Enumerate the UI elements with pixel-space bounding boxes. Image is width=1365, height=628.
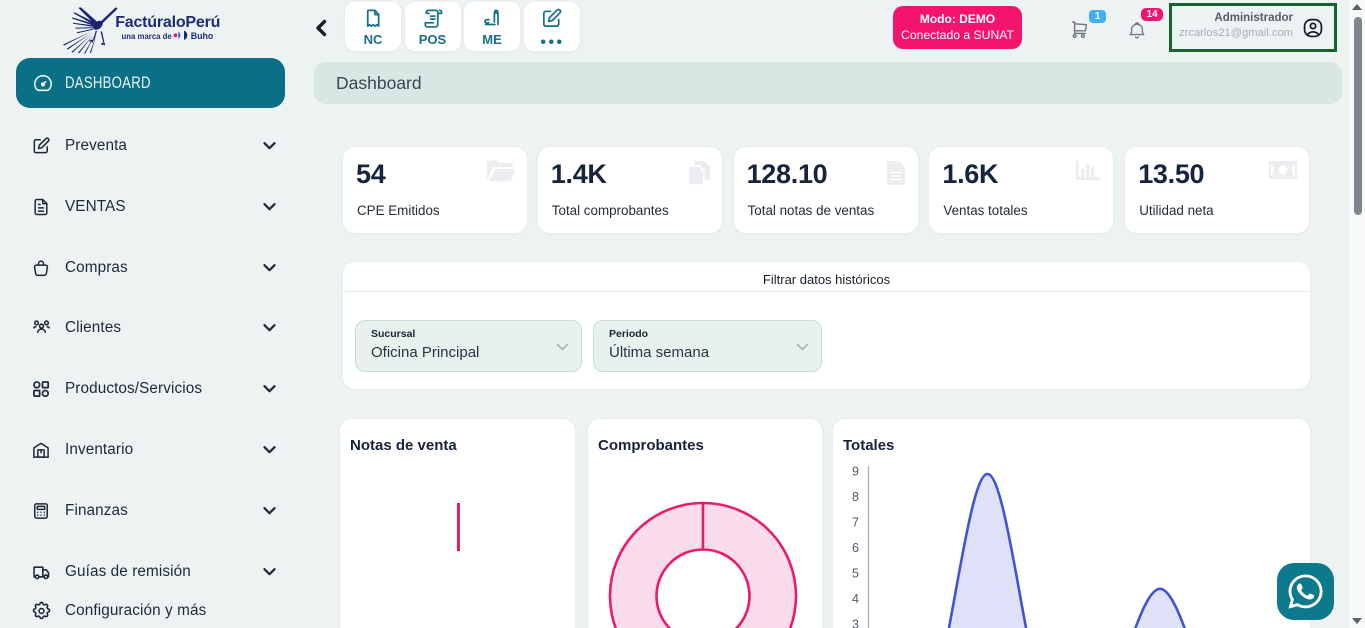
svg-text:Buho: Buho [191,31,214,41]
svg-text:3: 3 [852,618,859,628]
svg-text:8: 8 [852,490,859,504]
svg-text:6: 6 [852,541,859,555]
svg-text:5: 5 [852,567,859,581]
svg-text:una marca de: una marca de [122,32,173,41]
svg-text:4: 4 [852,592,859,606]
svg-text:7: 7 [852,516,859,530]
svg-text:FactúraloPerú: FactúraloPerú [115,14,220,31]
svg-text:9: 9 [852,465,859,479]
